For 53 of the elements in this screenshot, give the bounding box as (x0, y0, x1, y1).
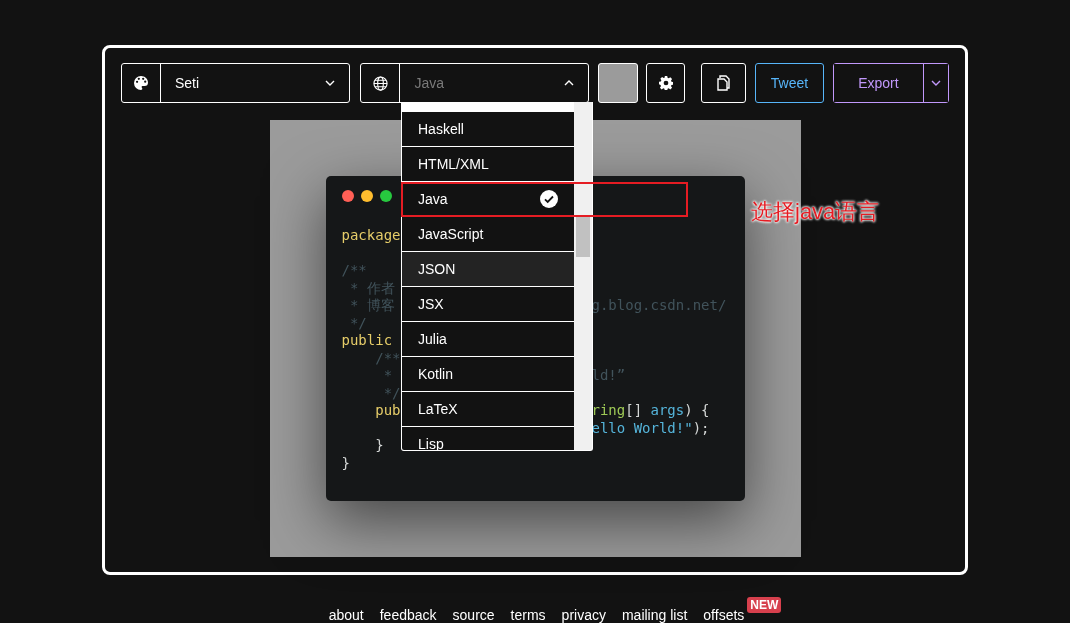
code-text: * 博客 (348, 297, 395, 313)
code-text: package (341, 227, 401, 243)
code-text: ring[] args) { (591, 402, 710, 418)
code-text: pub (374, 402, 401, 418)
language-option[interactable]: JavaScript (402, 217, 574, 251)
code-text: /** (341, 262, 367, 278)
code-text: */ (382, 384, 401, 401)
language-option[interactable]: Java (402, 182, 574, 216)
background-color-swatch[interactable] (597, 63, 638, 103)
footer-link[interactable]: terms (510, 607, 546, 623)
footer-link[interactable]: feedback (379, 607, 437, 623)
close-dot (341, 190, 354, 202)
chevron-down-icon (931, 80, 941, 86)
footer-link[interactable]: offsets (703, 607, 745, 623)
language-option[interactable]: JSON (402, 252, 574, 286)
palette-icon (134, 76, 148, 90)
code-text: } (374, 437, 384, 453)
copy-icon (717, 75, 731, 91)
code-text: ello World!"); (591, 419, 710, 436)
new-badge: NEW (747, 597, 782, 613)
code-text: */ (348, 314, 367, 331)
language-option[interactable]: HTML/XML (402, 147, 574, 181)
code-text: * (382, 367, 393, 383)
check-icon (540, 190, 558, 208)
settings-icon (658, 76, 673, 90)
code-text: /** (374, 349, 401, 366)
theme-select[interactable]: Seti (121, 63, 351, 103)
globe-icon (372, 75, 388, 91)
footer-link[interactable]: about (328, 607, 364, 623)
theme-value: Seti (175, 73, 200, 93)
language-option[interactable]: JSX (402, 287, 574, 321)
footer-link[interactable]: source (452, 607, 495, 623)
code-text: * 作者 (348, 279, 395, 296)
code-text: public (341, 332, 393, 348)
export-button[interactable]: Export (833, 64, 924, 102)
settings-button[interactable] (645, 63, 686, 103)
footer-link[interactable]: privacy (561, 607, 606, 623)
copy-button[interactable] (701, 63, 747, 103)
code-text: g.blog.csdn.net/ (591, 297, 727, 313)
code-text: } (341, 454, 350, 471)
maximize-dot (379, 190, 392, 202)
code-text: ld!” (591, 367, 626, 383)
language-option[interactable]: Julia (402, 322, 574, 356)
minimize-dot (360, 190, 373, 202)
chevron-up-icon (563, 80, 574, 86)
language-option[interactable]: LaTeX (402, 392, 574, 426)
chevron-down-icon (325, 80, 336, 86)
scrollbar[interactable] (574, 102, 592, 450)
language-value: Java (414, 73, 445, 93)
language-option[interactable]: Haskell (402, 112, 574, 146)
footer-link[interactable]: mailing list (621, 607, 688, 623)
language-option[interactable]: Kotlin (402, 357, 574, 391)
tweet-button[interactable]: Tweet (755, 63, 824, 103)
